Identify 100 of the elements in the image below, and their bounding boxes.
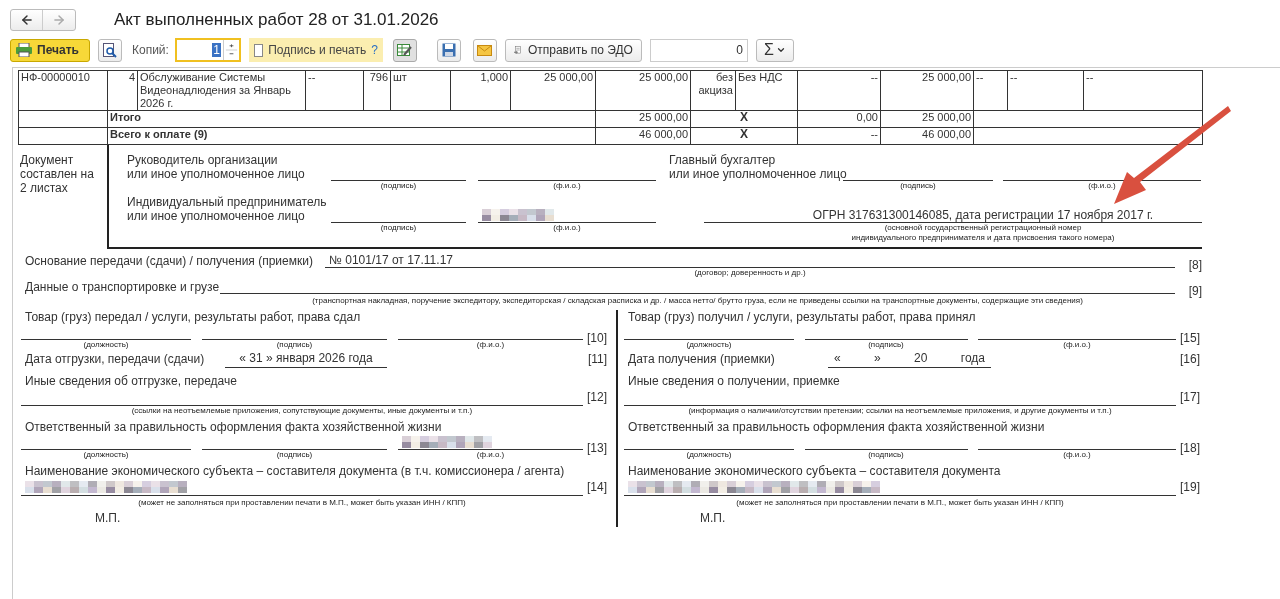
table-cell: Обслуживание Системы Видеонадлюдения за Январь 2026 г. — [137, 70, 306, 111]
caption-text: (подпись) — [899, 181, 937, 191]
basis-value: № 0101/17 от 17.11.17 — [325, 253, 1175, 268]
section-title: Товар (груз) получил / услуги, результаты работ, права принял — [627, 310, 977, 324]
field-number: [19] — [1179, 479, 1200, 496]
section-title: Иные сведения о получении, приемке — [627, 374, 841, 388]
field-number: [10] — [586, 330, 607, 347]
table-cell: 0,00 — [797, 110, 881, 128]
section-title: Товар (груз) передал / услуги, результаты работ, права сдал — [24, 310, 362, 324]
caption-text: (подпись) — [275, 340, 314, 350]
field-number: [8] — [1187, 258, 1202, 272]
caption-text: (транспортная накладная, поручение экспедитору, экспедиторская / складская расписка и др. / масса нетто/ брутто груза, если не приведены ссылки на транспортные документы, содержащие эти сведения) — [311, 296, 1084, 306]
printer-icon — [16, 43, 32, 57]
registration-value: ОГРН 317631300146085, дата регистрации 17 ноября 2017 г. — [704, 209, 1202, 223]
field-number: [12] — [586, 389, 607, 406]
date-field: « 31 » января 2026 года — [225, 349, 387, 368]
table-cell: -- — [797, 70, 881, 111]
caption-text: (ф.и.о.) — [1062, 340, 1092, 350]
preview-button[interactable] — [98, 38, 122, 62]
field-number: [9] — [1187, 284, 1202, 298]
caption-text: (подпись) — [379, 223, 418, 233]
field-label: Данные о транспортировке и грузе — [24, 280, 220, 294]
table-cell: Без НДС — [735, 70, 798, 111]
table-cell: 46 000,00 — [880, 127, 974, 145]
copies-label: Копий: — [132, 42, 169, 59]
field-number: [14] — [586, 479, 607, 496]
edit-table-button[interactable] — [392, 38, 417, 62]
table-cell: -- — [1083, 70, 1203, 111]
table-cell: НФ-00000010 — [18, 70, 108, 111]
caption-text: (ф.и.о.) — [1062, 450, 1092, 460]
sign-and-print-label[interactable]: Подпись и печать — [268, 41, 367, 59]
section-title: Наименование экономического субъекта – составителя документа (в т.ч. комиссионера / агента) — [24, 464, 566, 478]
field-number: [17] — [1179, 389, 1200, 406]
caption-text: (подпись) — [379, 181, 418, 191]
total-label: Всего к оплате (9) — [107, 127, 596, 145]
section-title: Ответственный за правильность оформления факта хозяйственной жизни — [24, 420, 443, 434]
table-cell: -- — [797, 127, 881, 145]
spinner-icon[interactable] — [222, 40, 239, 60]
date-field: « » 20 года — [828, 349, 991, 368]
signer-label: или иное уполномоченное лицо — [127, 209, 306, 223]
sign-and-print-checkbox[interactable] — [253, 43, 264, 57]
signer-label: или иное уполномоченное лицо — [127, 167, 306, 181]
help-link[interactable]: ? — [371, 41, 378, 59]
field-label: Основание передачи (сдачи) / получения (приемки) — [24, 254, 314, 268]
section-title: Иные сведения об отгрузке, передаче — [24, 374, 238, 388]
caption-text: (ф.и.о.) — [552, 223, 582, 233]
document-send-icon — [513, 43, 522, 57]
sum-button[interactable]: Σ — [755, 38, 794, 62]
caption-text: (может не заполняться при проставлении печати в М.П., может быть указан ИНН / КПП) — [735, 498, 1065, 508]
caption-text: (ссылки на неотъемлемые приложения, сопутствующие документы, иные документы и т.п.) — [130, 406, 474, 416]
field-number: [15] — [1179, 330, 1200, 347]
table-cell: 25 000,00 — [510, 70, 596, 111]
table-cell: 796 — [363, 70, 391, 111]
stamp-label: М.П. — [94, 510, 122, 527]
magnifier-document-icon — [103, 42, 117, 58]
table-cell: -- — [1007, 70, 1084, 111]
table-cell: -- — [973, 70, 1008, 111]
caption-text: (подпись) — [867, 450, 905, 460]
field-label: Дата получения (приемки) — [627, 351, 776, 368]
table-cell: шт — [390, 70, 451, 111]
field-number: [16] — [1179, 351, 1200, 368]
table-cell: -- — [305, 70, 364, 111]
email-button[interactable] — [472, 38, 497, 62]
caption-text: (ф.и.о.) — [1087, 181, 1117, 191]
table-cell: 25 000,00 — [880, 110, 974, 128]
table-cell: 25 000,00 — [595, 110, 691, 128]
section-title: Ответственный за правильность оформления факта хозяйственной жизни — [627, 420, 1046, 434]
caption-text: индивидуального предпринимателя и дата присвоения такого номера) — [850, 233, 1116, 243]
window-title: Акт выполненных работ 28 от 31.01.2026 — [114, 9, 439, 32]
signer-label: Руководитель организации — [127, 153, 279, 167]
signer-label: Главный бухгалтер — [669, 153, 777, 167]
table-cell: 46 000,00 — [595, 127, 691, 145]
pages-note: Документ составлен на 2 листах — [19, 152, 95, 197]
caption-text: (ф.и.о.) — [475, 450, 506, 460]
envelope-icon — [477, 44, 493, 56]
caption-text: (подпись) — [867, 340, 905, 350]
caption-text: (должность) — [82, 450, 130, 460]
number-field[interactable]: 0 — [649, 38, 748, 62]
table-cell: 25 000,00 — [595, 70, 691, 111]
signer-label: Индивидуальный предприниматель — [127, 195, 328, 209]
save-button[interactable] — [436, 38, 461, 62]
caption-text: (договор; доверенность и др.) — [693, 268, 807, 278]
caption-text: (должность) — [685, 340, 733, 350]
total-label: Итого — [107, 110, 596, 128]
stamp-label: М.П. — [699, 510, 727, 527]
send-edo-button[interactable]: Отправить по ЭДО — [504, 38, 642, 62]
table-cell: без акциза — [690, 70, 736, 111]
section-title: Наименование экономического субъекта – составителя документа — [627, 464, 1002, 478]
caption-text: (ф.и.о.) — [475, 340, 506, 350]
field-label: Дата отгрузки, передачи (сдачи) — [24, 351, 206, 368]
field-number: [13] — [586, 440, 607, 457]
copies-field[interactable]: 1 — [174, 38, 241, 62]
print-button[interactable]: Печать — [10, 38, 90, 62]
table-cell: X — [690, 110, 798, 128]
caption-text: (подпись) — [275, 450, 314, 460]
caption-text: (должность) — [685, 450, 733, 460]
table-cell: X — [690, 127, 798, 145]
caption-text: (должность) — [82, 340, 130, 350]
table-pencil-icon — [397, 43, 413, 57]
caption-text: (может не заполняться при проставлении печати в М.П., может быть указан ИНН / КПП) — [137, 498, 467, 508]
